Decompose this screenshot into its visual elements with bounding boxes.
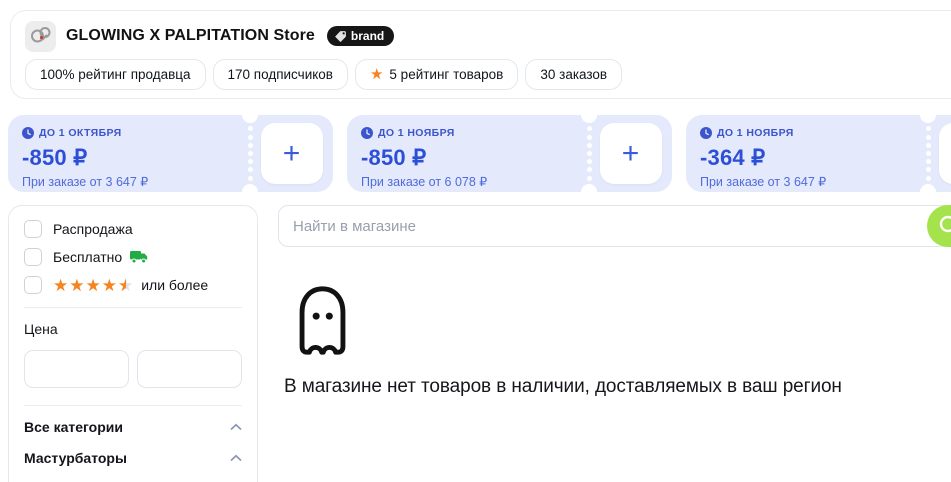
store-stats: 100% рейтинг продавца 170 подписчиков ★ … — [25, 59, 951, 90]
store-search-input[interactable] — [278, 205, 951, 247]
divider — [24, 405, 242, 406]
coupon-deadline: ДО 1 ОКТЯБРЯ — [22, 127, 236, 139]
stat-subscribers: 170 подписчиков — [212, 59, 348, 90]
delivery-truck-icon — [130, 251, 148, 264]
coupon-amount: -850 ₽ — [22, 145, 88, 170]
stat-product-rating: ★ 5 рейтинг товаров — [354, 59, 519, 90]
perforation — [247, 115, 253, 192]
store-header-card: GLOWING X PALPITATION Store brand 100% р… — [10, 10, 951, 99]
filter-rating[interactable]: ★★★★★★ или более — [24, 276, 242, 294]
price-max-input[interactable] — [137, 350, 242, 388]
checkbox[interactable] — [24, 276, 42, 294]
store-main-area: В магазине нет товаров в наличии, достав… — [278, 205, 951, 398]
empty-state — [292, 284, 951, 363]
clock-icon — [361, 127, 373, 139]
coupon-ticket: ДО 1 ОКТЯБРЯ -850 ₽ При заказе от 3 647 … — [8, 107, 333, 200]
divider — [24, 307, 242, 308]
star-icon: ★ — [369, 66, 384, 83]
coupon-condition: При заказе от 3 647 ₽ — [22, 175, 149, 189]
filters-sidebar: Распродажа Бесплатно ★★★★★★ или более Це… — [8, 205, 258, 482]
store-page: GLOWING X PALPITATION Store brand 100% р… — [0, 0, 951, 482]
search-icon — [939, 215, 951, 233]
stat-orders: 30 заказов — [525, 59, 623, 90]
ghost-icon — [299, 286, 346, 355]
checkbox[interactable] — [24, 220, 42, 238]
empty-state-message: В магазине нет товаров в наличии, достав… — [284, 376, 842, 397]
clock-icon — [22, 127, 34, 139]
store-logo — [25, 20, 56, 52]
coupon-amount: -364 ₽ — [700, 145, 766, 170]
add-coupon-button[interactable]: + — [260, 123, 323, 184]
store-logo-monogram — [30, 27, 50, 43]
star-rating-icon: ★★★★★★ — [53, 275, 135, 295]
perforation — [586, 115, 592, 192]
chevron-up-icon — [230, 454, 242, 461]
coupon-ticket: ДО 1 НОЯБРЯ -364 ₽ При заказе от 3 647 ₽… — [686, 107, 951, 200]
chevron-up-icon — [230, 423, 242, 430]
coupon-ticket: ДО 1 НОЯБРЯ -850 ₽ При заказе от 6 078 ₽… — [347, 107, 672, 200]
coupon-condition: При заказе от 3 647 ₽ — [700, 175, 827, 189]
brand-badge-label: brand — [350, 29, 385, 43]
coupon-deadline: ДО 1 НОЯБРЯ — [700, 127, 914, 139]
add-coupon-button[interactable]: + — [938, 123, 951, 184]
perforation — [925, 115, 931, 192]
tag-icon — [335, 30, 346, 42]
coupon-condition: При заказе от 6 078 ₽ — [361, 175, 488, 189]
coupon-amount: -850 ₽ — [361, 145, 427, 170]
checkbox[interactable] — [24, 248, 42, 266]
category-masturbators[interactable]: Мастурбаторы — [24, 450, 242, 466]
brand-badge: brand — [326, 26, 395, 46]
price-filter-label: Цена — [24, 321, 58, 337]
price-min-input[interactable] — [24, 350, 129, 388]
coupon-row: ДО 1 ОКТЯБРЯ -850 ₽ При заказе от 3 647 … — [8, 107, 951, 200]
store-title: GLOWING X PALPITATION Store — [66, 27, 315, 44]
clock-icon — [700, 127, 712, 139]
stat-seller-rating: 100% рейтинг продавца — [25, 59, 206, 90]
add-coupon-button[interactable]: + — [599, 123, 662, 184]
filter-sale[interactable]: Распродажа — [24, 220, 242, 238]
category-all[interactable]: Все категории — [24, 419, 242, 435]
filter-free-delivery[interactable]: Бесплатно — [24, 248, 242, 266]
coupon-deadline: ДО 1 НОЯБРЯ — [361, 127, 575, 139]
